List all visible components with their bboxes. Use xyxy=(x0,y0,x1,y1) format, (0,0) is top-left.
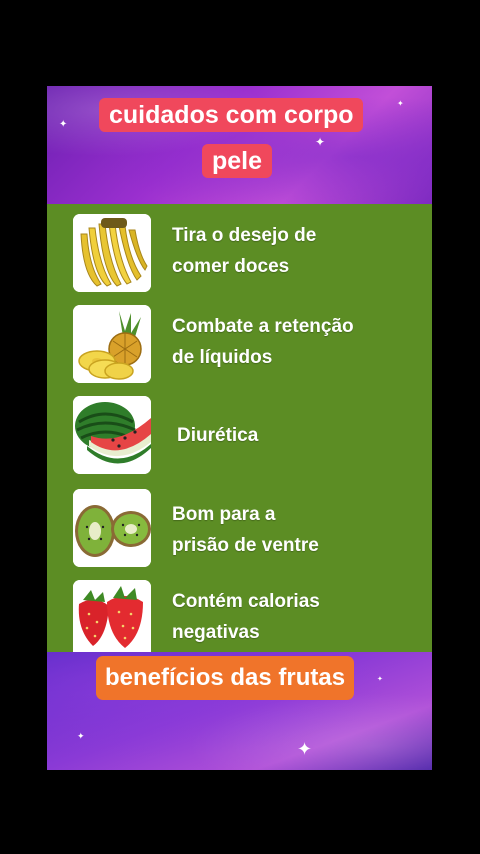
banana-icon xyxy=(73,214,151,292)
sparkle-icon: ✦ xyxy=(377,676,383,683)
footer-label: benefícios das frutas xyxy=(96,656,355,700)
sparkle-icon: ✦ xyxy=(59,119,68,130)
fruit-row-watermelon: Diurética xyxy=(73,396,423,476)
strawberry-icon xyxy=(73,580,151,658)
kiwi-icon xyxy=(73,489,151,567)
watermelon-icon xyxy=(73,396,151,474)
benefit-text: Tira o desejo de comer doces xyxy=(172,225,317,277)
pineapple-icon xyxy=(73,305,151,383)
sparkle-icon: ✦ xyxy=(315,135,326,149)
benefit-text: Contém calorias negativas xyxy=(172,591,320,643)
benefit-text: Bom para a prisão de ventre xyxy=(172,504,319,556)
sparkle-icon: ✦ xyxy=(77,731,85,741)
image-frame: ✦ ✦ ✦ cuidados com corpo pele Tira o des… xyxy=(47,86,432,770)
fruit-row-pineapple: Combate a retenção de líquidos xyxy=(73,305,423,385)
title-line-1: cuidados com corpo xyxy=(99,98,364,132)
benefit-text: Diurética xyxy=(177,425,259,446)
sparkle-icon: ✦ xyxy=(397,99,404,108)
sparkle-icon: ✦ xyxy=(297,739,313,759)
benefits-panel: Tira o desejo de comer doces Combate a r… xyxy=(47,204,432,658)
fruit-row-banana: Tira o desejo de comer doces xyxy=(73,214,423,294)
fruit-row-kiwi: Bom para a prisão de ventre xyxy=(73,489,423,569)
fruit-row-strawberry: Contém calorias negativas xyxy=(73,580,423,660)
title-line-2: pele xyxy=(202,144,273,178)
benefit-text: Combate a retenção de líquidos xyxy=(172,316,354,368)
